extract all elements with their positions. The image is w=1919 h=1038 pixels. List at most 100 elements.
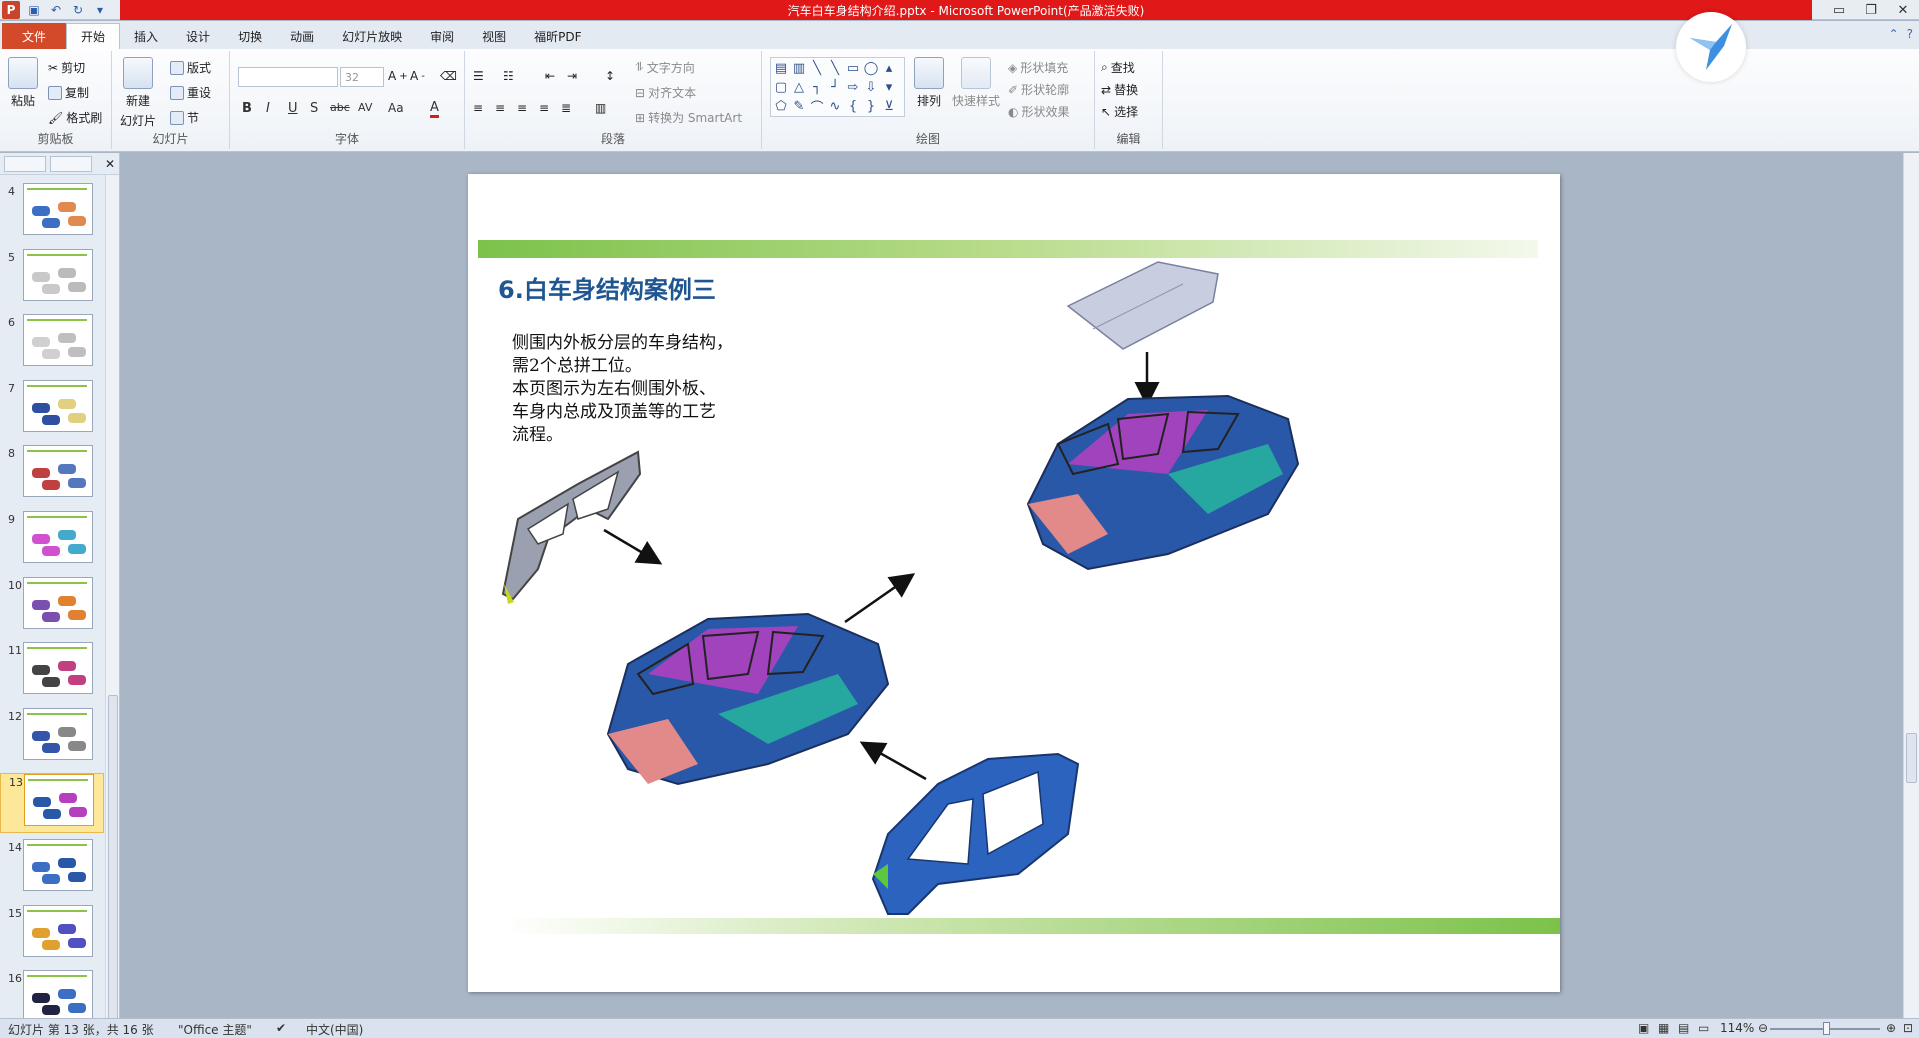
find-button[interactable]: ⌕ 查找 [1101, 59, 1135, 76]
char-spacing-button[interactable]: AV [358, 101, 372, 114]
slide-thumbnail[interactable]: 14 [0, 839, 104, 899]
language-indicator[interactable]: 中文(中国) [306, 1021, 363, 1038]
copy-button[interactable]: 复制 [48, 84, 89, 101]
redo-icon[interactable]: ↻ [70, 2, 86, 18]
shapes-gallery[interactable]: ▤ ▥ ╲ ╲ ▭ ◯ ▴ ▢ △ ┐ ┘ ⇨ ⇩ ▾ ⬠ ✎ ⌒ ∿{} ⊻ [770, 57, 905, 117]
close-pane-icon[interactable]: ✕ [105, 157, 115, 171]
tab-review[interactable]: 审阅 [416, 23, 468, 49]
cut-button[interactable]: ✂ 剪切 [48, 59, 85, 76]
strikethrough-button[interactable]: abc [330, 101, 350, 114]
feishu-bird-logo[interactable] [1676, 12, 1746, 82]
fit-to-window-icon[interactable]: ⊡ [1903, 1021, 1913, 1035]
save-icon[interactable]: ▣ [26, 2, 42, 18]
help-icon[interactable]: ? [1907, 27, 1913, 41]
tab-slideshow[interactable]: 幻灯片放映 [328, 23, 416, 49]
brace-left-shape-icon[interactable]: { [844, 97, 862, 116]
expand-shapes-icon[interactable]: ⊻ [880, 97, 898, 116]
slide-thumbnail[interactable]: 10 [0, 576, 104, 637]
font-color-button[interactable]: A [430, 101, 439, 118]
align-center-icon[interactable]: ≡ [495, 101, 505, 115]
format-painter-button[interactable]: 🖌 格式刷 [48, 109, 102, 126]
line-spacing-icon[interactable]: ↕ [605, 69, 615, 83]
zoom-in-icon[interactable]: ⊕ [1886, 1021, 1896, 1035]
slide-thumbnail[interactable]: 15 [0, 904, 104, 965]
slide-thumbnail[interactable]: 13 [0, 773, 104, 834]
wave-shape-icon[interactable]: ∿ [826, 97, 844, 116]
down-arrow-shape-icon[interactable]: ⇩ [862, 78, 880, 97]
restore-icon[interactable]: ❐ [1855, 0, 1887, 20]
layout-button[interactable]: 版式 [170, 59, 211, 76]
slide-canvas[interactable]: 6.白车身结构案例三 侧围内外板分层的车身结构， 需2个总拼工位。 本页图示为左… [468, 174, 1560, 992]
slideshow-view-icon[interactable]: ▭ [1698, 1021, 1709, 1035]
thumbnail-scrollbar[interactable] [105, 175, 119, 1035]
slide-thumbnail[interactable]: 11 [0, 642, 104, 702]
font-name-combo[interactable] [238, 67, 338, 87]
textbox-shape-icon[interactable]: ▤ [772, 59, 790, 78]
grow-font-icon[interactable]: A + [388, 69, 408, 83]
slide-sorter-icon[interactable]: ▦ [1658, 1021, 1669, 1035]
rounded-rect-shape-icon[interactable]: ▢ [772, 78, 790, 97]
line-shape-icon[interactable]: ╲ [808, 59, 826, 78]
pentagon-shape-icon[interactable]: ⬠ [772, 97, 790, 116]
rect-shape-icon[interactable]: ▭ [844, 59, 862, 78]
scrollbar-thumb[interactable] [108, 695, 118, 1035]
curve-shape-icon[interactable]: ⌒ [808, 97, 826, 116]
new-slide-button[interactable]: 新建 幻灯片 [120, 57, 156, 129]
underline-button[interactable]: U [288, 101, 298, 116]
shape-outline-button[interactable]: ✐ 形状轮廓 [1008, 81, 1069, 98]
increase-indent-icon[interactable]: ⇥ [567, 69, 577, 83]
tab-transitions[interactable]: 切换 [224, 23, 276, 49]
freeform-shape-icon[interactable]: ✎ [790, 97, 808, 116]
zoom-level[interactable]: 114% [1720, 1021, 1754, 1035]
line2-shape-icon[interactable]: ╲ [826, 59, 844, 78]
slide-thumbnail[interactable]: 7 [0, 379, 104, 440]
align-left-icon[interactable]: ≡ [473, 101, 483, 115]
distributed-icon[interactable]: ≣ [561, 101, 571, 115]
tab-insert[interactable]: 插入 [120, 23, 172, 49]
decrease-indent-icon[interactable]: ⇤ [545, 69, 555, 83]
numbering-icon[interactable]: ☷ [503, 69, 514, 83]
customize-qat-icon[interactable]: ▾ [92, 2, 108, 18]
minimize-icon[interactable]: ▭ [1823, 0, 1855, 20]
editor-scrollbar[interactable] [1903, 153, 1919, 1018]
triangle-shape-icon[interactable]: △ [790, 78, 808, 97]
zoom-slider-knob[interactable] [1823, 1022, 1830, 1035]
justify-icon[interactable]: ≡ [539, 101, 549, 115]
font-size-combo[interactable]: 32 [340, 67, 384, 87]
clear-format-icon[interactable]: ⌫ [440, 69, 457, 83]
spell-check-icon[interactable]: ✔ [276, 1021, 286, 1035]
tab-home[interactable]: 开始 [66, 23, 121, 49]
italic-button[interactable]: I [266, 101, 270, 116]
slide-thumbnail[interactable]: 9 [0, 511, 104, 571]
scroll-shapes-icon[interactable]: ▾ [880, 78, 898, 97]
columns-icon[interactable]: ▥ [595, 101, 606, 115]
slide-thumbnail[interactable]: 8 [0, 445, 104, 505]
theme-name[interactable]: "Office 主题" [178, 1021, 252, 1038]
select-button[interactable]: ↖ 选择 [1101, 103, 1138, 120]
scrollbar-thumb[interactable] [1906, 733, 1917, 783]
align-right-icon[interactable]: ≡ [517, 101, 527, 115]
slide-thumbnail[interactable]: 5 [0, 248, 104, 309]
shadow-s-button[interactable]: S [310, 101, 318, 116]
oval-shape-icon[interactable]: ◯ [862, 59, 880, 78]
right-arrow-shape-icon[interactable]: ⇨ [844, 78, 862, 97]
reset-button[interactable]: 重设 [170, 84, 211, 101]
bullets-icon[interactable]: ☰ [473, 69, 484, 83]
collapse-ribbon-icon[interactable]: ⌃ [1889, 27, 1899, 41]
shrink-font-icon[interactable]: A- [410, 69, 425, 83]
shape-fill-button[interactable]: ◈ 形状填充 [1008, 59, 1068, 76]
normal-view-icon[interactable]: ▣ [1638, 1021, 1649, 1035]
close-icon[interactable]: ✕ [1887, 0, 1919, 20]
vtextbox-shape-icon[interactable]: ▥ [790, 59, 808, 78]
tab-design[interactable]: 设计 [172, 23, 224, 49]
more-shapes-icon[interactable]: ▴ [880, 59, 898, 78]
tab-foxit-pdf[interactable]: 福昕PDF [520, 23, 595, 49]
undo-icon[interactable]: ↶ [48, 2, 64, 18]
convert-smartart-button[interactable]: ⊞ 转换为 SmartArt [635, 109, 742, 126]
reading-view-icon[interactable]: ▤ [1678, 1021, 1689, 1035]
arrange-button[interactable]: 排列 [914, 57, 944, 109]
shape-effects-button[interactable]: ◐ 形状效果 [1008, 103, 1070, 120]
powerpoint-app-icon[interactable]: P [2, 1, 20, 19]
outline-tab-icon[interactable] [50, 155, 92, 172]
section-button[interactable]: 节 [170, 109, 199, 126]
